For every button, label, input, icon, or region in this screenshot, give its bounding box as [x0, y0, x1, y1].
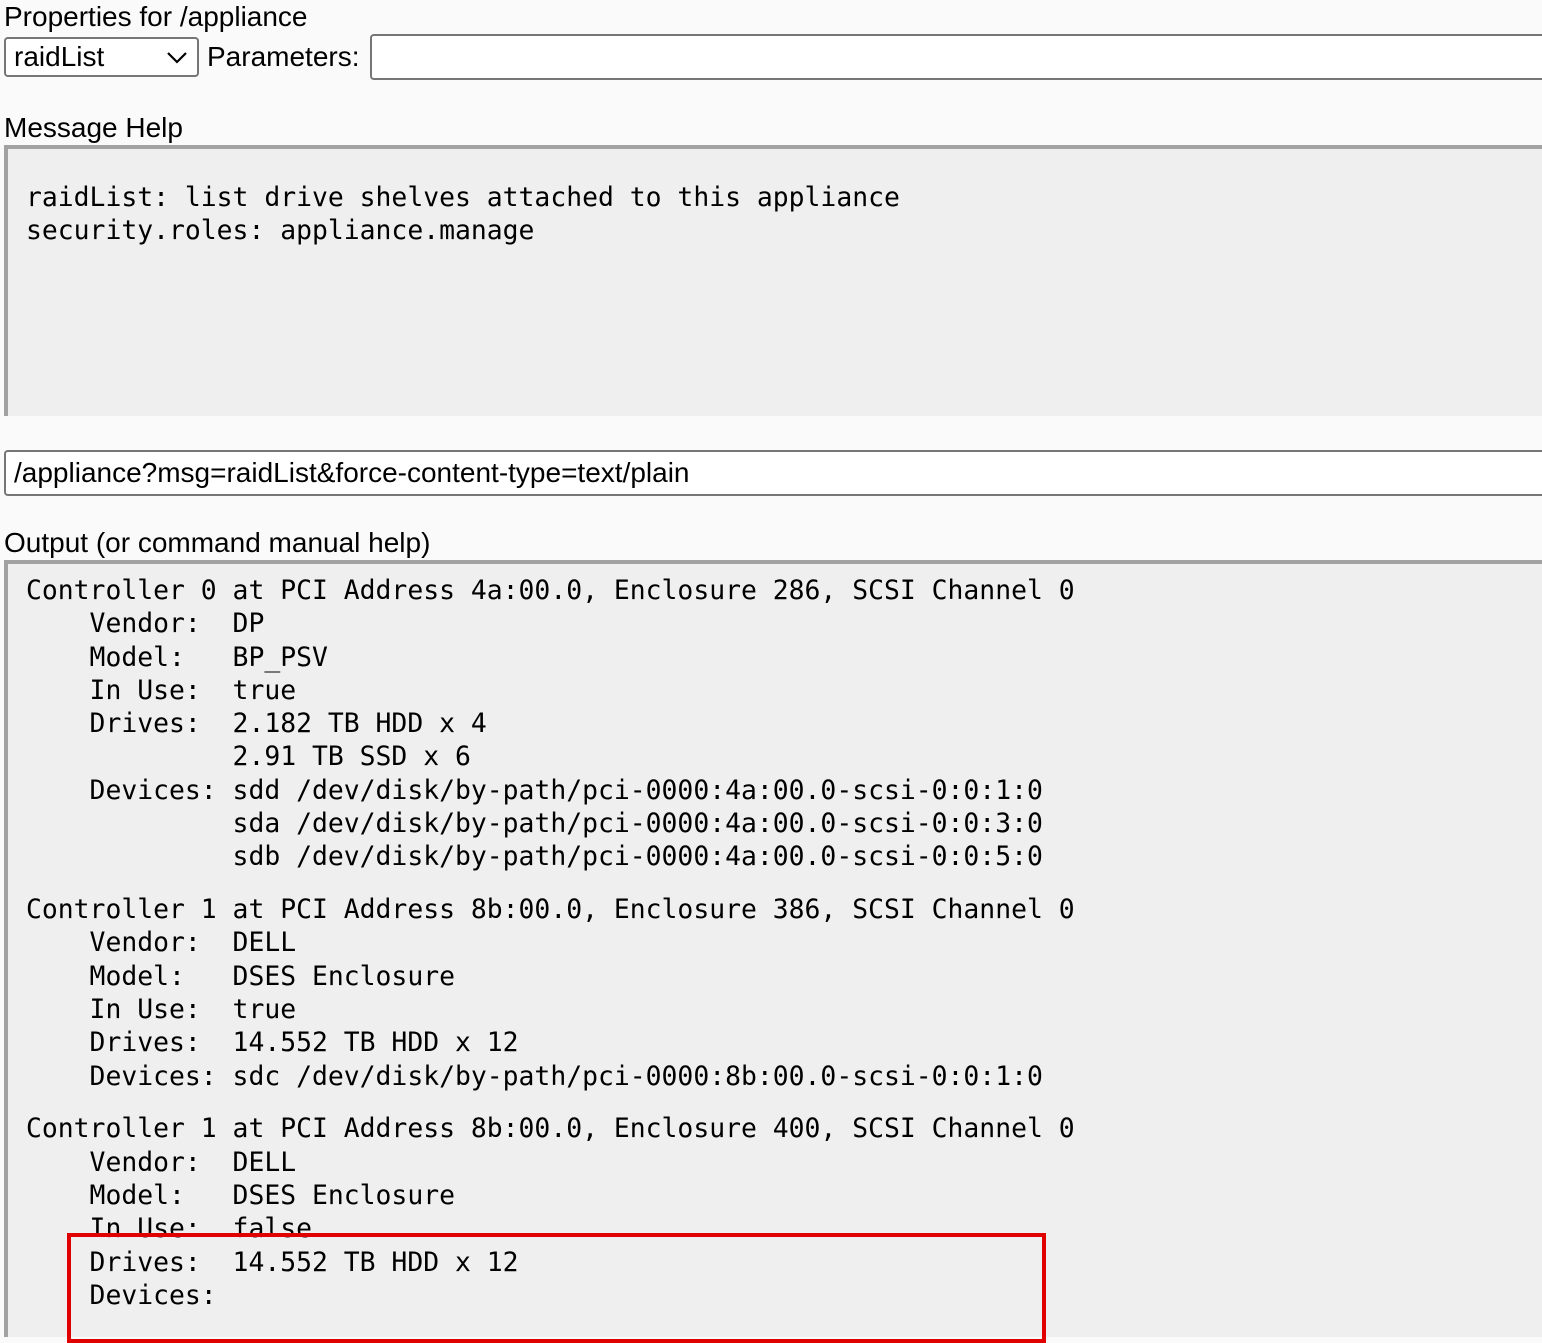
- output-line: Drives: 14.552 TB HDD x 12: [26, 1246, 519, 1278]
- page-title: Properties for /appliance: [4, 1, 308, 32]
- request-url-input[interactable]: /appliance?msg=raidList&force-content-ty…: [4, 450, 1542, 496]
- output-panel[interactable]: Controller 0 at PCI Address 4a:00.0, Enc…: [4, 560, 1542, 1337]
- method-select-value: raidList: [14, 41, 105, 72]
- message-help-title: Message Help: [4, 112, 183, 143]
- parameters-input[interactable]: [370, 34, 1542, 80]
- output-line: In Use: true: [26, 674, 297, 706]
- help-line: raidList: list drive shelves attached to…: [26, 182, 900, 213]
- output-line: In Use: true: [26, 994, 297, 1026]
- output-line: sda /dev/disk/by-path/pci-0000:4a:00.0-s…: [26, 808, 1043, 840]
- method-select[interactable]: raidList: [4, 37, 199, 77]
- controller-block: Controller 0 at PCI Address 4a:00.0, Enc…: [26, 574, 1542, 874]
- message-help-panel: raidList: list drive shelves attached to…: [4, 145, 1542, 416]
- output-line: Controller 1 at PCI Address 8b:00.0, Enc…: [26, 1113, 1075, 1145]
- output-line: Devices: sdc /dev/disk/by-path/pci-0000:…: [26, 1060, 1043, 1092]
- parameters-label: Parameters:: [207, 41, 360, 72]
- output-line: Controller 1 at PCI Address 8b:00.0, Enc…: [26, 894, 1075, 926]
- output-line: In Use: false: [26, 1213, 312, 1245]
- output-line: Devices: sdd /dev/disk/by-path/pci-0000:…: [26, 774, 1043, 806]
- output-line: 2.91 TB SSD x 6: [26, 741, 471, 773]
- output-line: Controller 0 at PCI Address 4a:00.0, Enc…: [26, 575, 1075, 606]
- output-line: Vendor: DELL: [26, 1146, 297, 1178]
- output-line: Drives: 2.182 TB HDD x 4: [26, 708, 487, 740]
- output-line: Model: DSES Enclosure: [26, 960, 455, 992]
- output-line: Drives: 14.552 TB HDD x 12: [26, 1027, 519, 1059]
- output-title: Output (or command manual help): [4, 527, 431, 558]
- output-line: sdb /dev/disk/by-path/pci-0000:4a:00.0-s…: [26, 841, 1043, 873]
- output-line: Devices:: [26, 1279, 217, 1311]
- help-line: security.roles: appliance.manage: [26, 215, 535, 247]
- output-line: Vendor: DELL: [26, 927, 297, 959]
- controller-block: Controller 1 at PCI Address 8b:00.0, Enc…: [26, 893, 1542, 1093]
- controller-block: Controller 1 at PCI Address 8b:00.0, Enc…: [26, 1112, 1542, 1312]
- output-line: Model: DSES Enclosure: [26, 1180, 455, 1212]
- chevron-down-icon: [167, 52, 187, 64]
- output-line: Vendor: DP: [26, 608, 265, 640]
- output-line: Model: BP_PSV: [26, 641, 328, 673]
